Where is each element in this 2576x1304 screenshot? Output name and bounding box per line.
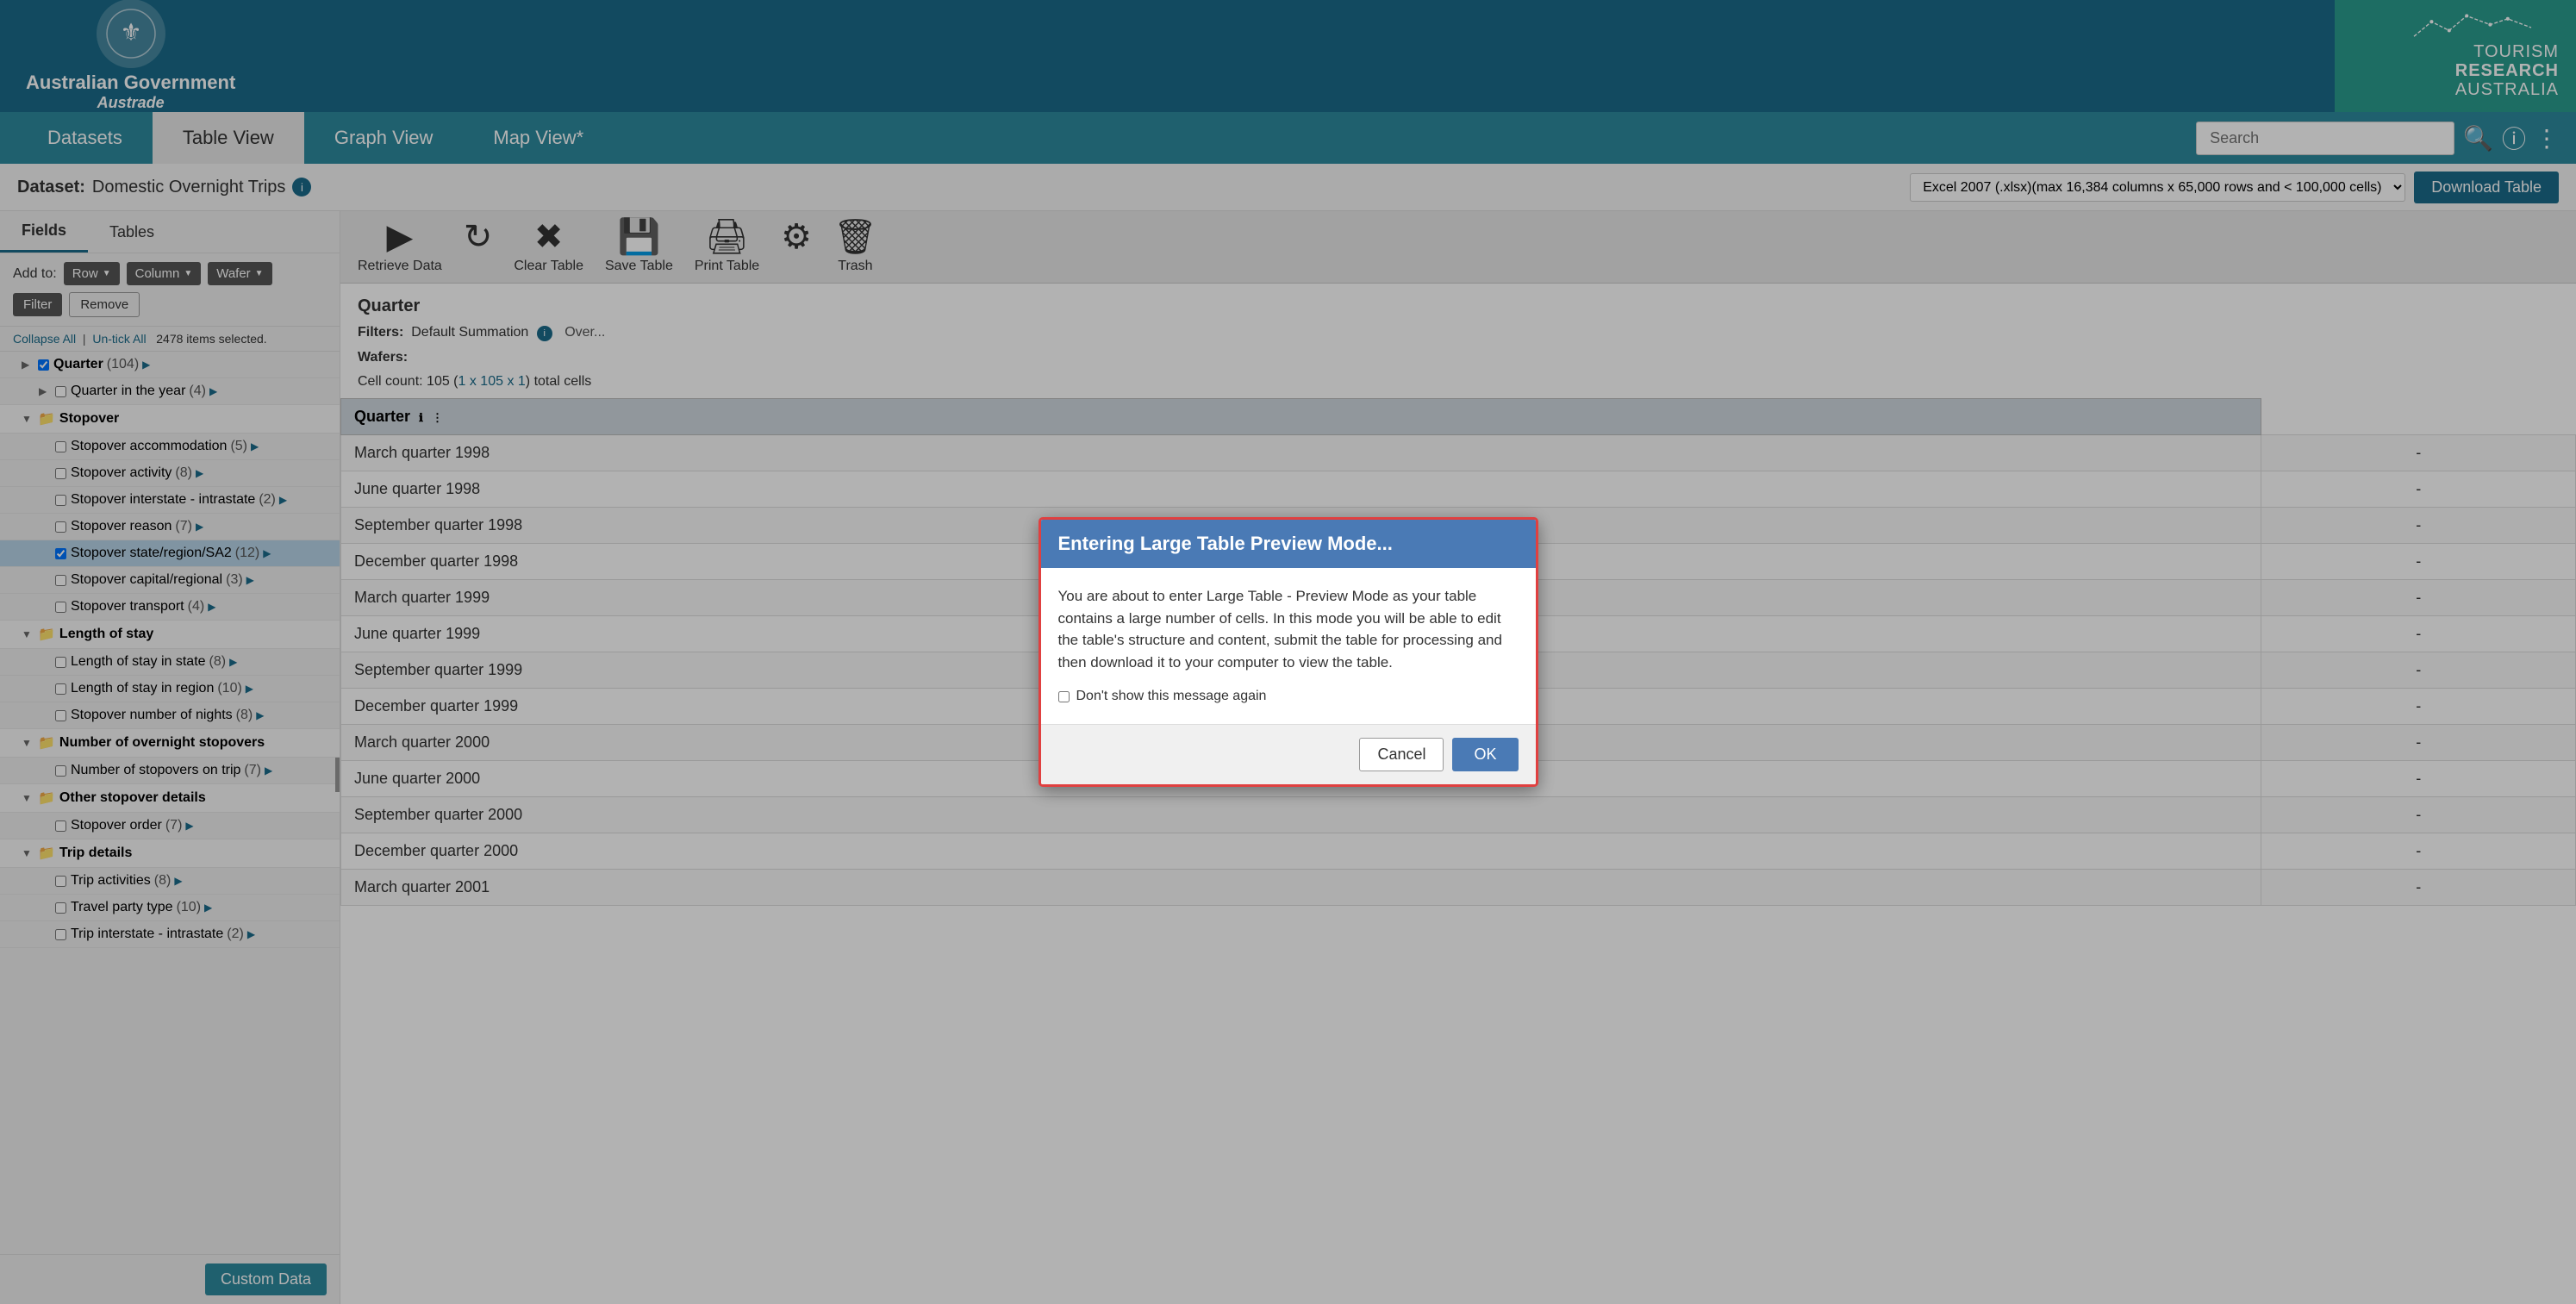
dont-show-label: Don't show this message again <box>1076 686 1267 707</box>
modal-header: Entering Large Table Preview Mode... <box>1041 520 1536 568</box>
cancel-button[interactable]: Cancel <box>1359 738 1444 771</box>
modal-body: You are about to enter Large Table - Pre… <box>1041 568 1536 724</box>
dont-show-checkbox[interactable] <box>1058 691 1070 702</box>
modal-footer: Cancel OK <box>1041 724 1536 784</box>
ok-button[interactable]: OK <box>1452 738 1518 771</box>
modal-overlay: Entering Large Table Preview Mode... You… <box>0 0 2576 1304</box>
modal-checkbox-row: Don't show this message again <box>1058 686 1519 707</box>
modal-dialog: Entering Large Table Preview Mode... You… <box>1039 517 1538 787</box>
